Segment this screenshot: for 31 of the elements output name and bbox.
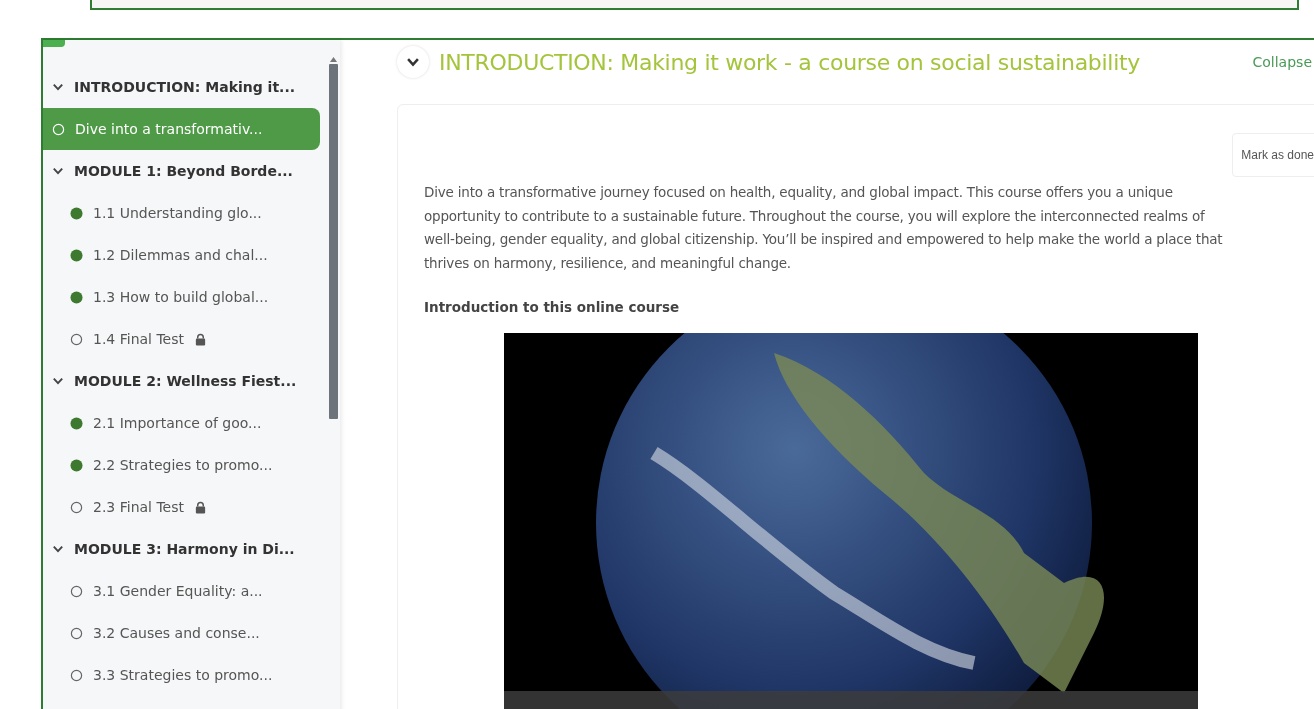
subheading: Introduction to this online course: [424, 299, 681, 315]
chevron-icon[interactable]: [52, 375, 64, 387]
scrollbar-thumb[interactable]: [329, 64, 338, 419]
activity-item[interactable]: 2.2 Strategies to promo...: [43, 444, 320, 486]
section-title[interactable]: MODULE 1: Beyond Borde...: [74, 163, 293, 179]
section-heading[interactable]: MODULE 1: Beyond Borde...: [43, 150, 320, 192]
activity-item[interactable]: 1.3 How to build global...: [43, 276, 320, 318]
chevron-icon[interactable]: [52, 543, 64, 555]
section-title[interactable]: INTRODUCTION: Making it...: [74, 79, 296, 95]
activity-item[interactable]: 1.1 Understanding glo...: [43, 192, 320, 234]
activity-item[interactable]: 2.3 Final Test: [43, 486, 320, 528]
chevron-icon[interactable]: [52, 81, 64, 93]
activity-item[interactable]: 1.4 Final Test: [43, 318, 320, 360]
activity-item[interactable]: 3.2 Causes and conse...: [43, 612, 320, 654]
section-heading[interactable]: INTRODUCTION: Making it...: [43, 66, 320, 108]
collapse-link[interactable]: Collapse: [1252, 54, 1312, 70]
collapse-section-button[interactable]: [397, 46, 429, 78]
activity-item[interactable]: 3.3 Strategies to promo...: [43, 654, 320, 696]
section-heading[interactable]: MODULE 3: Harmony in Di...: [43, 528, 320, 570]
scroll-up-icon[interactable]: [330, 57, 337, 62]
course-description: Dive into a transformative journey focused on health, equality, and global impact. This course offers you a unique opportunity to contribute to a sustainable future. Throughout the course, you will explore the interconnected realms of well-being, gender equality, and global citizenship. You’ll be inspired and empowered to help make the world a place that thrives on harmony, resilience, and meaningful change.: [424, 183, 1224, 273]
section-title[interactable]: MODULE 3: Harmony in Di...: [74, 541, 295, 557]
activity-item[interactable]: 1.2 Dilemmas and chal...: [43, 234, 320, 276]
section-title[interactable]: MODULE 2: Wellness Fiest...: [74, 373, 297, 389]
section-heading[interactable]: MODULE 2: Wellness Fiest...: [43, 360, 320, 402]
video-player[interactable]: [504, 333, 1198, 709]
section-title: INTRODUCTION: Making it work - a course on social sustainability: [439, 49, 1140, 75]
activity-item[interactable]: 3.1 Gender Equality: a...: [43, 570, 320, 612]
chevron-icon[interactable]: [52, 165, 64, 177]
activity-item[interactable]: 2.1 Importance of goo...: [43, 402, 320, 444]
mark-as-done-button[interactable]: Mark as done: [1232, 133, 1314, 177]
